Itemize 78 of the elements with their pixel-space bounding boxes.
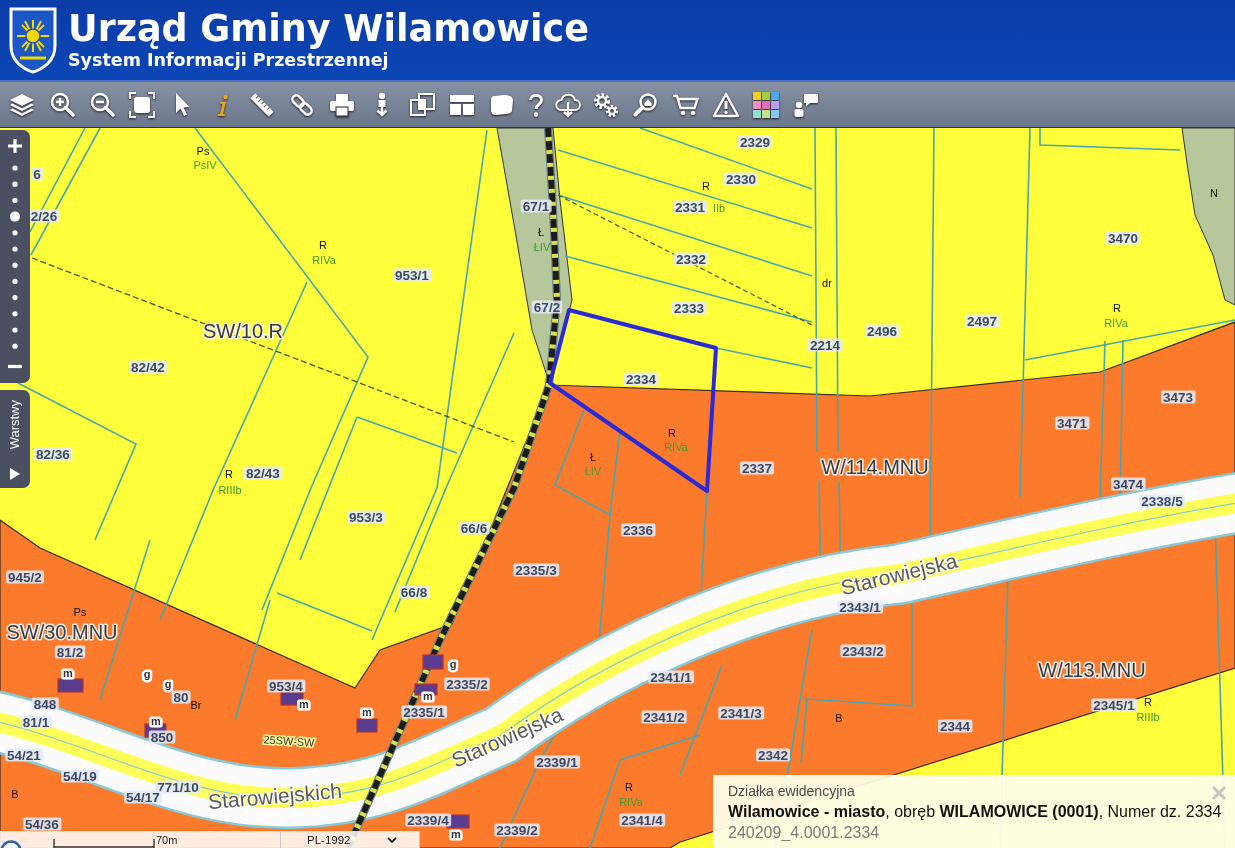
land-use-label: N bbox=[1210, 187, 1218, 199]
building-symbol: g bbox=[449, 658, 457, 670]
zoom-level-dot[interactable] bbox=[12, 343, 18, 349]
building-symbol: m bbox=[423, 690, 433, 702]
overlap-squares-icon[interactable] bbox=[408, 90, 436, 119]
soil-class-label: ŁIV bbox=[584, 465, 602, 477]
land-use-label: R bbox=[1144, 696, 1152, 708]
street-name: Starowiejskich bbox=[207, 778, 343, 814]
soil-class-label: IIb bbox=[712, 202, 726, 214]
building-symbol: m bbox=[299, 698, 309, 710]
zoom-level-dot[interactable] bbox=[12, 278, 18, 284]
gears-icon[interactable] bbox=[592, 90, 620, 119]
zoom-level-dot[interactable] bbox=[12, 311, 18, 317]
search-icon[interactable] bbox=[632, 90, 660, 119]
zoom-out-icon[interactable] bbox=[88, 90, 116, 119]
zone-label: W/114.MNU bbox=[821, 456, 929, 478]
parcel-id: 240209_4.0001.2334 bbox=[728, 823, 881, 843]
building-symbol: g bbox=[143, 668, 151, 680]
zone-label: SW/10.R bbox=[203, 320, 283, 342]
soil-class-label: RIIIb bbox=[218, 484, 242, 496]
soil-class-label: PsIV bbox=[193, 159, 217, 171]
scale-label: 70m bbox=[156, 833, 178, 847]
zone-label: SW/30.MNU bbox=[6, 621, 118, 643]
land-use-label: B bbox=[11, 788, 19, 800]
zoom-level-dot[interactable] bbox=[12, 262, 18, 268]
land-use-label: R bbox=[319, 239, 327, 251]
zoom-out-icon[interactable] bbox=[7, 364, 23, 369]
zoom-level-dot[interactable] bbox=[12, 181, 18, 187]
building-symbol: m bbox=[151, 715, 161, 727]
building-symbol: m bbox=[451, 828, 461, 840]
zoom-level-dot[interactable] bbox=[12, 165, 18, 171]
zoom-in-icon[interactable] bbox=[48, 90, 76, 119]
color-grid-icon[interactable] bbox=[752, 90, 780, 119]
soil-class-label: RIVa bbox=[664, 441, 688, 453]
land-use-label: R bbox=[702, 180, 710, 192]
building-shape bbox=[57, 678, 84, 693]
app-subtitle: System Informacji Przestrzennej bbox=[68, 50, 389, 70]
land-use-label: R bbox=[225, 468, 233, 480]
land-use-label: Ps bbox=[196, 145, 210, 157]
layers-tab[interactable]: Warstwy bbox=[0, 390, 30, 488]
land-use-label: Br bbox=[190, 699, 202, 711]
warning-icon[interactable] bbox=[712, 90, 740, 119]
info-title: Działka ewidencyjna bbox=[728, 783, 855, 800]
parcel-description: Wilamowice - miasto, obręb WILAMOWICE (0001), Numer dz. 2334 bbox=[728, 802, 1223, 822]
building-shape bbox=[422, 654, 444, 670]
road-code-label: 25SW-SW bbox=[263, 733, 315, 749]
zoom-level-dot[interactable] bbox=[12, 197, 18, 203]
zoom-level-dot[interactable] bbox=[12, 295, 18, 301]
land-use-label: R bbox=[668, 427, 676, 439]
building-symbol: m bbox=[362, 706, 372, 718]
soil-class-label: ŁIV bbox=[533, 241, 551, 253]
soil-class-label: RIVa bbox=[619, 796, 643, 808]
projection-select[interactable]: PL-1992 bbox=[280, 832, 420, 848]
land-use-label: dr bbox=[822, 277, 832, 289]
soil-class-label: RIVa bbox=[1104, 317, 1128, 329]
land-use-label: Ł bbox=[589, 451, 597, 463]
zoom-level-dot[interactable] bbox=[12, 246, 18, 252]
soil-class-label: RIIIb bbox=[1136, 711, 1160, 723]
land-use-label: B bbox=[835, 712, 843, 724]
zoom-in-icon[interactable] bbox=[7, 138, 23, 154]
full-extent-icon[interactable] bbox=[128, 90, 156, 119]
zoom-level-dot[interactable] bbox=[12, 230, 18, 236]
land-use-label: Ł bbox=[537, 226, 545, 238]
ring-icon[interactable] bbox=[0, 839, 22, 848]
zone-label: W/113.MNU bbox=[1038, 659, 1146, 681]
soil-class-label: RIVa bbox=[312, 254, 336, 266]
building-shape bbox=[356, 718, 378, 733]
land-use-label: R bbox=[625, 781, 633, 793]
land-use-label: Ps bbox=[73, 606, 87, 618]
caret-icon bbox=[387, 837, 397, 843]
building-symbol: g bbox=[164, 678, 172, 690]
building-shape bbox=[414, 683, 438, 696]
zoom-level-dot[interactable] bbox=[12, 327, 18, 333]
app-title: Urząd Gminy Wilamowice bbox=[68, 10, 589, 48]
coat-of-arms-logo bbox=[8, 6, 58, 74]
slider-thumb[interactable] bbox=[10, 211, 20, 222]
land-use-label: R bbox=[1113, 302, 1121, 314]
building-symbol: m bbox=[63, 667, 73, 679]
